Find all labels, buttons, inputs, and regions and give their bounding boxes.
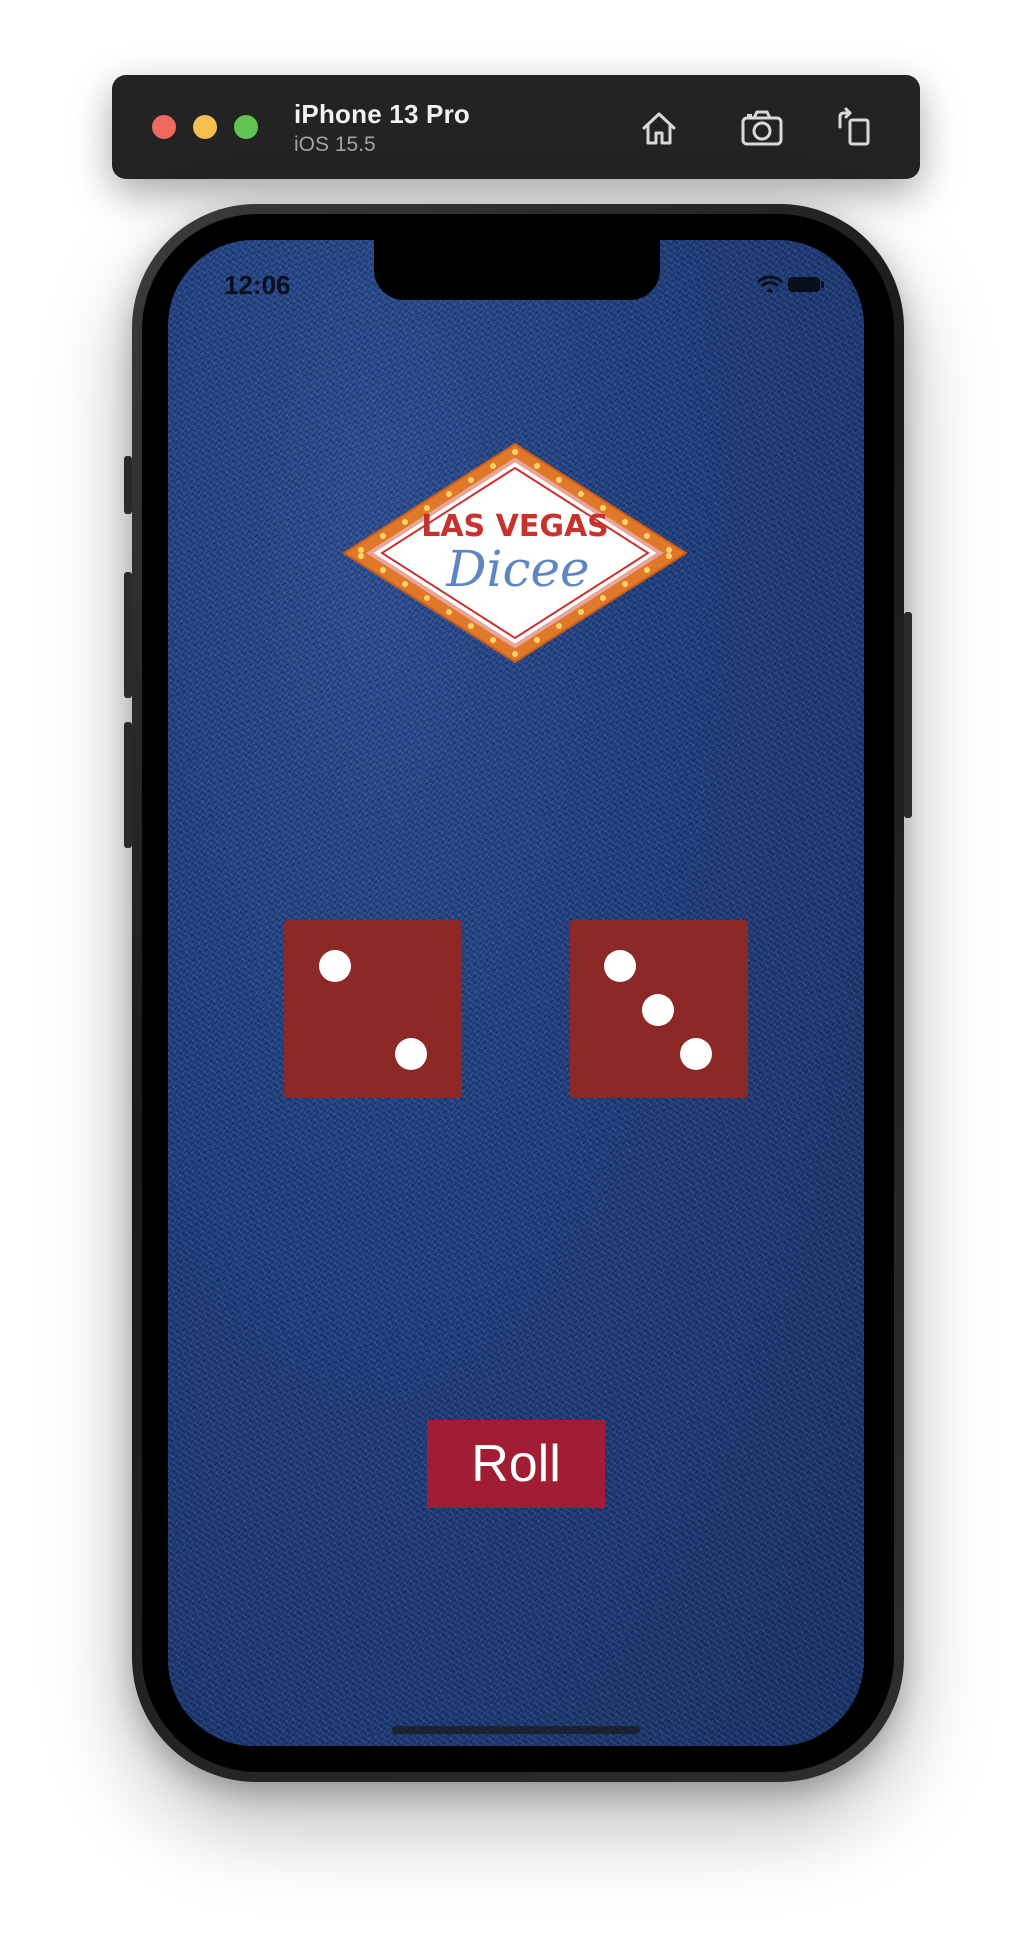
- device-name: iPhone 13 Pro: [294, 99, 470, 129]
- die-pip: [642, 994, 674, 1026]
- home-indicator[interactable]: [392, 1726, 640, 1734]
- die-right: [570, 920, 748, 1098]
- logo-line2: Dicee: [445, 540, 589, 598]
- status-time: 12:06: [224, 270, 291, 300]
- minimize-window-button[interactable]: [193, 115, 217, 139]
- volume-up-button: [124, 572, 132, 698]
- power-button: [904, 612, 912, 818]
- las-vegas-dicee-logo: LAS VEGAS Dicee: [340, 440, 690, 666]
- os-version: iOS 15.5: [294, 133, 376, 156]
- volume-down-button: [124, 722, 132, 848]
- notch: [374, 240, 660, 300]
- camera-icon[interactable]: [739, 105, 785, 151]
- die-left: [284, 920, 462, 1098]
- die-pip: [319, 950, 351, 982]
- roll-button[interactable]: Roll: [427, 1420, 605, 1508]
- close-window-button[interactable]: [152, 115, 176, 139]
- die-pip: [395, 1038, 427, 1070]
- die-pip: [680, 1038, 712, 1070]
- die-pip: [604, 950, 636, 982]
- wifi-icon: [757, 275, 783, 292]
- logo-line1: LAS VEGAS: [421, 509, 609, 544]
- rotate-icon[interactable]: [832, 105, 878, 151]
- status-icons: [736, 272, 826, 296]
- home-icon[interactable]: [636, 105, 682, 151]
- zoom-window-button[interactable]: [234, 115, 258, 139]
- app-screen: 12:06 LAS VEGAS Dicee Roll: [168, 240, 864, 1746]
- simulator-stage: iPhone 13 Pro iOS 15.5 12:06 LAS VEGAS D…: [0, 0, 1032, 1936]
- simulator-toolbar: iPhone 13 Pro iOS 15.5: [112, 75, 920, 179]
- silent-switch: [124, 456, 132, 514]
- battery-icon: [788, 277, 824, 292]
